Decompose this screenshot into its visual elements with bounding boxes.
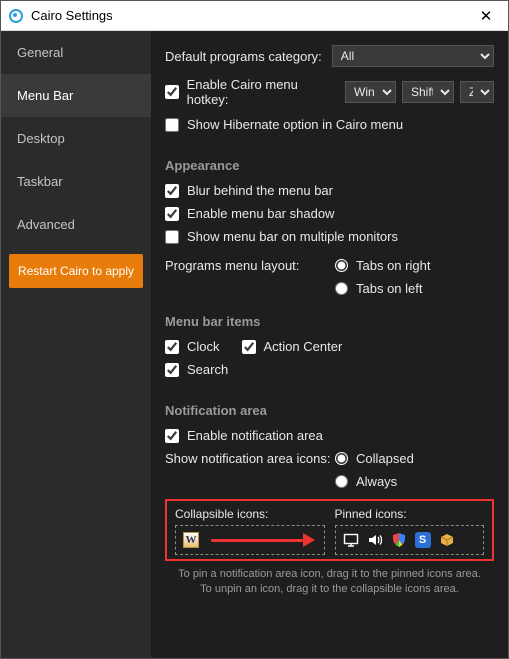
annotation-highlight: Collapsible icons: W Pinned icons: S bbox=[165, 499, 494, 561]
sidebar-item-menu-bar[interactable]: Menu Bar bbox=[1, 74, 151, 117]
layout-label: Programs menu layout: bbox=[165, 258, 335, 273]
restart-button[interactable]: Restart Cairo to apply bbox=[9, 254, 143, 288]
hotkey-key-select[interactable]: Z bbox=[460, 81, 494, 103]
hotkey-mod1-select[interactable]: Win bbox=[345, 81, 396, 103]
sidebar-item-advanced[interactable]: Advanced bbox=[1, 203, 151, 246]
window-title: Cairo Settings bbox=[31, 8, 472, 23]
hibernate-checkbox[interactable]: Show Hibernate option in Cairo menu bbox=[165, 117, 403, 132]
show-always-radio[interactable]: Always bbox=[335, 474, 414, 489]
multi-monitor-checkbox[interactable]: Show menu bar on multiple monitors bbox=[165, 229, 398, 244]
shadow-checkbox[interactable]: Enable menu bar shadow bbox=[165, 206, 334, 221]
s-app-icon[interactable]: S bbox=[415, 532, 431, 548]
app-icon bbox=[9, 9, 23, 23]
sidebar-item-general[interactable]: General bbox=[1, 31, 151, 74]
search-checkbox[interactable]: Search bbox=[165, 362, 228, 377]
box-icon[interactable] bbox=[439, 532, 455, 548]
close-icon[interactable]: ✕ bbox=[472, 7, 500, 25]
hotkey-checkbox[interactable]: Enable Cairo menu hotkey: bbox=[165, 77, 339, 107]
pinned-icons-area[interactable]: S bbox=[335, 525, 485, 555]
defender-icon[interactable] bbox=[391, 532, 407, 548]
layout-tabs-left-radio[interactable]: Tabs on left bbox=[335, 281, 430, 296]
titlebar: Cairo Settings ✕ bbox=[1, 1, 508, 31]
layout-tabs-right-radio[interactable]: Tabs on right bbox=[335, 258, 430, 273]
hotkey-mod2-select[interactable]: Shift bbox=[402, 81, 454, 103]
collapsible-label: Collapsible icons: bbox=[175, 507, 325, 521]
arrow-icon bbox=[207, 533, 317, 547]
sidebar: General Menu Bar Desktop Taskbar Advance… bbox=[1, 31, 151, 658]
hibernate-label: Show Hibernate option in Cairo menu bbox=[187, 117, 403, 132]
appearance-heading: Appearance bbox=[165, 158, 494, 173]
collapsible-icons-area[interactable]: W bbox=[175, 525, 325, 555]
monitor-icon[interactable] bbox=[343, 532, 359, 548]
enable-notification-checkbox[interactable]: Enable notification area bbox=[165, 428, 323, 443]
word-icon[interactable]: W bbox=[183, 532, 199, 548]
hotkey-label: Enable Cairo menu hotkey: bbox=[187, 77, 339, 107]
clock-checkbox[interactable]: Clock bbox=[165, 339, 220, 354]
pinned-label: Pinned icons: bbox=[335, 507, 485, 521]
sidebar-item-desktop[interactable]: Desktop bbox=[1, 117, 151, 160]
content-panel: Default programs category: All Enable Ca… bbox=[151, 31, 508, 658]
show-icons-label: Show notification area icons: bbox=[165, 451, 335, 466]
pin-hint: To pin a notification area icon, drag it… bbox=[165, 567, 494, 597]
default-category-select[interactable]: All bbox=[332, 45, 494, 67]
items-heading: Menu bar items bbox=[165, 314, 494, 329]
show-collapsed-radio[interactable]: Collapsed bbox=[335, 451, 414, 466]
sidebar-item-taskbar[interactable]: Taskbar bbox=[1, 160, 151, 203]
action-center-checkbox[interactable]: Action Center bbox=[242, 339, 343, 354]
volume-icon[interactable] bbox=[367, 532, 383, 548]
notification-heading: Notification area bbox=[165, 403, 494, 418]
default-category-label: Default programs category: bbox=[165, 49, 322, 64]
blur-checkbox[interactable]: Blur behind the menu bar bbox=[165, 183, 333, 198]
